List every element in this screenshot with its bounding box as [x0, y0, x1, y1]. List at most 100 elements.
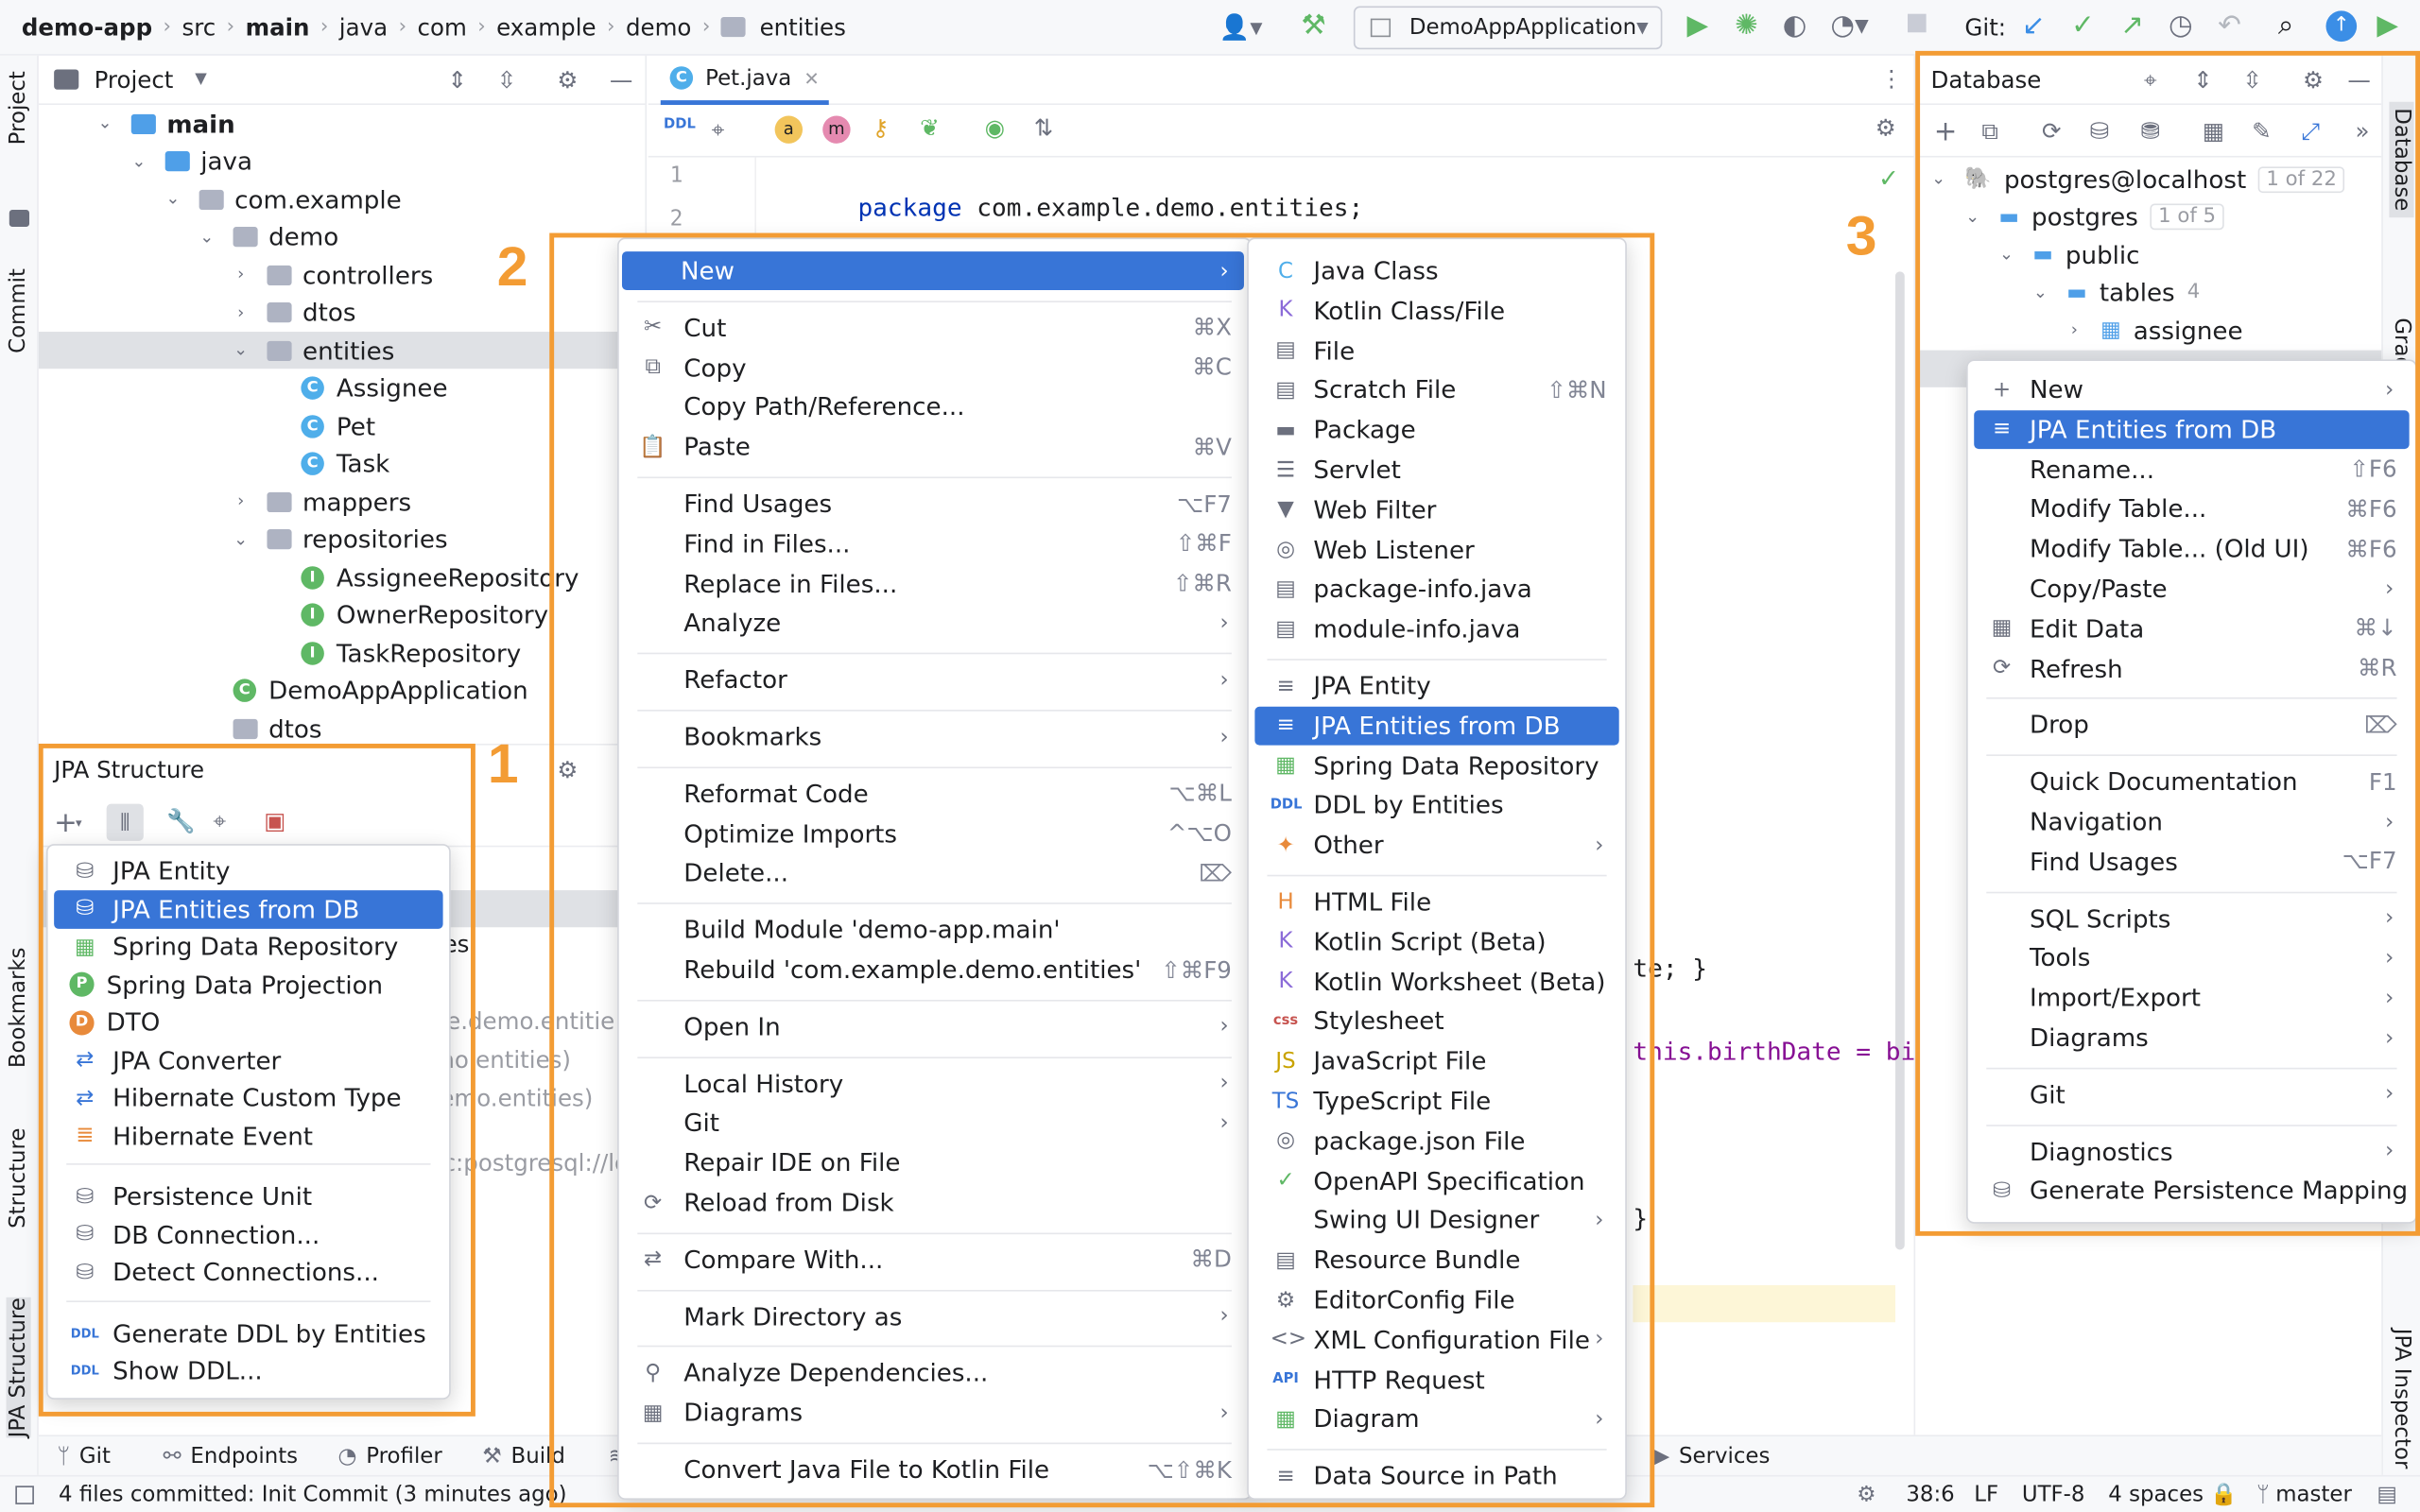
- build-hammer-icon[interactable]: ⚒: [1301, 9, 1325, 42]
- jpa-add-menu-item[interactable]: ⛁ Persistence Unit: [54, 1177, 442, 1216]
- new-submenu-item[interactable]: ⚙ EditorConfig File: [1254, 1280, 1618, 1319]
- new-submenu-item[interactable]: ▤ File: [1254, 331, 1618, 369]
- context-menu-item[interactable]: Open In ›: [625, 1007, 1244, 1046]
- tree-item[interactable]: I AssigneeRepository: [264, 558, 579, 595]
- db-menu-item[interactable]: Find Usages ⌥F7: [1974, 842, 2409, 881]
- annotation-a-icon[interactable]: a: [774, 115, 804, 144]
- new-submenu-item[interactable]: C Java Class: [1254, 251, 1618, 290]
- tree-item[interactable]: › dtos: [230, 294, 355, 331]
- tree-item[interactable]: ⌄ demo: [196, 218, 338, 255]
- new-submenu-item[interactable]: ≡ JPA Entities from DB: [1254, 706, 1619, 746]
- new-submenu-item[interactable]: Swing UI Designer ›: [1254, 1201, 1618, 1240]
- new-submenu-item[interactable]: H HTML File: [1254, 883, 1618, 921]
- chevron-right-icon[interactable]: ›: [230, 490, 251, 512]
- target-icon[interactable]: ⌖: [712, 115, 725, 143]
- context-menu-item[interactable]: Git ›: [625, 1104, 1244, 1143]
- jpa-add-menu-item[interactable]: ▦ Spring Data Repository: [54, 927, 442, 966]
- tree-item[interactable]: I OwnerRepository: [264, 596, 548, 633]
- tree-item[interactable]: dtos: [196, 710, 322, 744]
- jpa-add-menu-item[interactable]: ⛁ DB Connection...: [54, 1215, 442, 1254]
- tree-item[interactable]: › controllers: [230, 256, 433, 293]
- git-push-icon[interactable]: ↗: [2120, 9, 2144, 42]
- context-menu-item[interactable]: Optimize Imports ^⌥O: [625, 814, 1244, 852]
- jpa-add-menu-item[interactable]: DDL Generate DDL by Entities: [54, 1314, 442, 1352]
- context-menu-item[interactable]: Delete... ⌦: [625, 854, 1244, 893]
- db-menu-item[interactable]: ⟳ Refresh ⌘R: [1974, 649, 2409, 688]
- git-update-icon[interactable]: ↙: [2022, 9, 2046, 42]
- context-menu-item[interactable]: Bookmarks ›: [625, 717, 1244, 756]
- jpa-add-menu-item[interactable]: P Spring Data Projection: [54, 965, 442, 1004]
- db-menu-item[interactable]: ▦ Edit Data ⌘↓: [1974, 610, 2409, 648]
- sort-icon[interactable]: ⇅: [1034, 114, 1054, 142]
- db-tree-item[interactable]: ⌄ ▬ public: [1996, 236, 2140, 273]
- jpa-add-menu-item[interactable]: ⇄ Hibernate Custom Type: [54, 1078, 442, 1117]
- new-submenu-item[interactable]: ≡ Data Source in Path: [1254, 1457, 1618, 1496]
- context-menu-item[interactable]: Refactor ›: [625, 661, 1244, 699]
- tool-structure[interactable]: Structure: [7, 1128, 31, 1228]
- history-icon[interactable]: ◷: [2169, 9, 2193, 42]
- context-menu-item[interactable]: Analyze ›: [625, 604, 1244, 643]
- context-menu-item[interactable]: ▦ Diagrams ›: [625, 1394, 1244, 1433]
- project-name[interactable]: demo-app: [22, 13, 152, 41]
- jpa-add-menu-item[interactable]: ⛁ Detect Connections...: [54, 1253, 442, 1292]
- context-menu-item[interactable]: Replace in Files... ⇧⌘R: [625, 564, 1244, 603]
- jpa-add-menu-item[interactable]: ⛁ JPA Entity: [54, 851, 442, 890]
- gear-icon[interactable]: ⚙: [557, 65, 578, 93]
- crumb-main[interactable]: main: [246, 13, 310, 41]
- tree-item[interactable]: ⌄ java: [129, 143, 252, 180]
- crumb-java[interactable]: java: [339, 13, 388, 41]
- new-submenu-item[interactable]: ✦ Other ›: [1254, 826, 1618, 865]
- minimize-icon[interactable]: —: [610, 65, 632, 93]
- status-message[interactable]: 4 files committed: Init Commit (3 minute…: [59, 1482, 567, 1506]
- tree-item[interactable]: ⌄ main: [95, 105, 234, 142]
- db-menu-item[interactable]: Import/Export ›: [1974, 978, 2409, 1017]
- context-menu-item[interactable]: Mark Directory as ›: [625, 1297, 1244, 1335]
- debug-icon[interactable]: ✺: [1735, 9, 1758, 42]
- jump-icon[interactable]: ⤢: [2301, 117, 2320, 145]
- tree-item[interactable]: C DemoAppApplication: [196, 672, 528, 709]
- minimize-icon[interactable]: —: [2347, 65, 2370, 93]
- annotation-m-icon[interactable]: m: [822, 115, 851, 144]
- copy-icon[interactable]: ⧉: [1981, 117, 1998, 145]
- tree-item[interactable]: › mappers: [230, 483, 411, 520]
- ddl-icon[interactable]: DDL: [664, 117, 696, 132]
- new-submenu-item[interactable]: ≡ JPA Entity: [1254, 666, 1618, 705]
- columns-icon[interactable]: ⦀: [106, 803, 144, 841]
- gear-icon[interactable]: ⚙: [1876, 114, 1896, 142]
- chevron-down-icon[interactable]: ⌄: [1996, 244, 2017, 266]
- close-icon[interactable]: ✕: [804, 67, 819, 89]
- crumb-entities[interactable]: entities: [760, 13, 846, 41]
- new-submenu-item[interactable]: ◎ package.json File: [1254, 1122, 1618, 1160]
- git-commit-icon[interactable]: ✓: [2071, 9, 2095, 42]
- new-submenu-item[interactable]: ▤ Scratch File ⇧⌘N: [1254, 370, 1618, 409]
- run-icon[interactable]: ▶: [1687, 9, 1709, 42]
- chevron-down-icon[interactable]: ⌄: [230, 528, 251, 550]
- context-menu-item[interactable]: ⇄ Compare With... ⌘D: [625, 1240, 1244, 1279]
- context-menu-item[interactable]: New ›: [621, 251, 1244, 290]
- expand-all-icon[interactable]: ⇕: [447, 65, 467, 93]
- tool-commit[interactable]: Commit: [7, 268, 31, 353]
- more-icon[interactable]: »: [2356, 117, 2370, 145]
- db-menu-item[interactable]: Drop ⌦: [1974, 706, 2409, 745]
- db-menu-item[interactable]: Modify Table... ⌘F6: [1974, 490, 2409, 528]
- chevron-down-icon[interactable]: ⌄: [95, 112, 116, 134]
- refresh-icon[interactable]: ⟳: [2042, 117, 2062, 145]
- caret-position[interactable]: 38:6: [1906, 1482, 1954, 1506]
- chevron-down-icon[interactable]: ⌄: [196, 226, 217, 248]
- chevron-down-icon[interactable]: ▼: [195, 71, 207, 88]
- crumb-demo[interactable]: demo: [626, 13, 691, 41]
- inspection-icon[interactable]: ⚙: [1857, 1482, 1876, 1506]
- tree-item[interactable]: C Pet: [264, 407, 375, 444]
- search-icon[interactable]: ⌕: [2278, 9, 2293, 42]
- target-icon[interactable]: ⌖: [213, 807, 226, 834]
- new-submenu-item[interactable]: <> XML Configuration File ›: [1254, 1320, 1618, 1359]
- wrench-icon[interactable]: 🔧: [166, 807, 196, 834]
- tree-item[interactable]: I TaskRepository: [264, 634, 521, 671]
- coverage-icon[interactable]: ◐: [1783, 9, 1807, 42]
- more-icon[interactable]: ⋮: [1880, 65, 1903, 93]
- database-icon[interactable]: ⛃: [2141, 117, 2161, 145]
- tree-item[interactable]: C Assignee: [264, 369, 448, 406]
- add-icon[interactable]: +: [1934, 115, 1958, 147]
- lock-icon[interactable]: 🔒: [2210, 1482, 2237, 1506]
- new-submenu-item[interactable]: ▼ Web Filter: [1254, 490, 1618, 529]
